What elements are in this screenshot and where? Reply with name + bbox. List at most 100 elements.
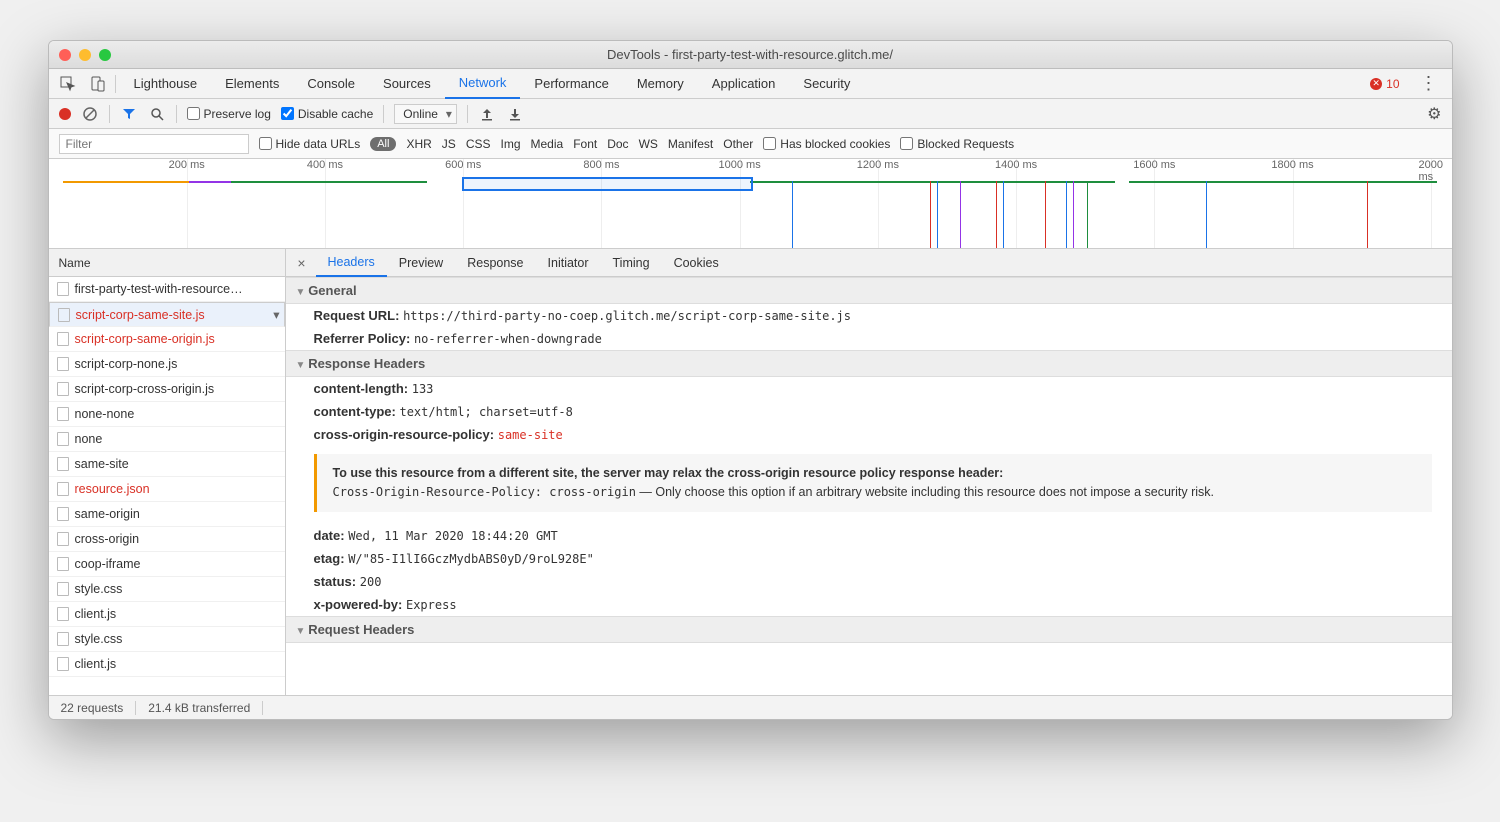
request-row[interactable]: resource.json: [49, 477, 285, 502]
request-row[interactable]: script-corp-same-site.js: [49, 302, 285, 327]
filter-type-all[interactable]: All: [370, 137, 396, 151]
filter-type-doc[interactable]: Doc: [607, 137, 628, 151]
request-row[interactable]: style.css: [49, 627, 285, 652]
timeline-tick: 1800 ms: [1271, 159, 1313, 171]
request-row[interactable]: same-site: [49, 452, 285, 477]
timeline-tick: 1400 ms: [995, 159, 1037, 171]
file-icon: [57, 532, 69, 546]
clear-icon[interactable]: [81, 105, 99, 123]
section-general[interactable]: General: [286, 277, 1452, 304]
file-icon: [57, 457, 69, 471]
timeline-tick: 1600 ms: [1133, 159, 1175, 171]
filter-type-manifest[interactable]: Manifest: [668, 137, 713, 151]
devtools-window: DevTools - first-party-test-with-resourc…: [48, 40, 1453, 720]
detail-tabs: × HeadersPreviewResponseInitiatorTimingC…: [286, 249, 1452, 277]
hide-data-urls-checkbox[interactable]: Hide data URLs: [259, 137, 361, 151]
timeline-overview[interactable]: 200 ms400 ms600 ms800 ms1000 ms1200 ms14…: [49, 159, 1452, 249]
request-name: first-party-test-with-resource…: [75, 282, 243, 296]
file-icon: [57, 582, 69, 596]
request-row[interactable]: none: [49, 427, 285, 452]
file-icon: [57, 607, 69, 621]
detail-tab-response[interactable]: Response: [455, 249, 535, 277]
requests-panel: Name first-party-test-with-resource… scri…: [49, 249, 286, 695]
request-name: style.css: [75, 632, 123, 646]
tab-application[interactable]: Application: [698, 69, 790, 99]
filter-icon[interactable]: [120, 105, 138, 123]
filter-bar: Hide data URLs All XHR JS CSS Img Media Font D…: [49, 129, 1452, 159]
detail-tab-initiator[interactable]: Initiator: [536, 249, 601, 277]
network-content: Name first-party-test-with-resource… scri…: [49, 249, 1452, 695]
file-icon: [57, 557, 69, 571]
request-row[interactable]: coop-iframe: [49, 552, 285, 577]
tab-lighthouse[interactable]: Lighthouse: [120, 69, 212, 99]
filter-input[interactable]: [59, 134, 249, 154]
more-menu-icon[interactable]: ⋮: [1412, 73, 1446, 94]
section-response-headers[interactable]: Response Headers: [286, 350, 1452, 377]
detail-tab-cookies[interactable]: Cookies: [662, 249, 731, 277]
detail-tab-preview[interactable]: Preview: [387, 249, 455, 277]
detail-panel: × HeadersPreviewResponseInitiatorTimingC…: [286, 249, 1452, 695]
main-tabs: LighthouseElementsConsoleSourcesNetworkP…: [49, 69, 1452, 99]
request-name: script-corp-cross-origin.js: [75, 382, 215, 396]
request-row[interactable]: same-origin: [49, 502, 285, 527]
filter-type-css[interactable]: CSS: [466, 137, 491, 151]
timeline-markers: [49, 181, 1452, 248]
preserve-log-checkbox[interactable]: Preserve log: [187, 107, 271, 121]
file-icon: [57, 432, 69, 446]
status-transferred: 21.4 kB transferred: [136, 701, 263, 715]
tab-security[interactable]: Security: [789, 69, 864, 99]
separator: [115, 75, 116, 93]
close-detail-icon[interactable]: ×: [292, 255, 312, 271]
filter-type-js[interactable]: JS: [442, 137, 456, 151]
separator: [467, 105, 468, 123]
request-name: cross-origin: [75, 532, 140, 546]
filter-type-img[interactable]: Img: [501, 137, 521, 151]
detail-tab-timing[interactable]: Timing: [601, 249, 662, 277]
tab-performance[interactable]: Performance: [520, 69, 622, 99]
file-icon: [57, 357, 69, 371]
window-title: DevTools - first-party-test-with-resourc…: [49, 47, 1452, 62]
blocked-requests-checkbox[interactable]: Blocked Requests: [900, 137, 1014, 151]
request-row[interactable]: none-none: [49, 402, 285, 427]
tab-network[interactable]: Network: [445, 69, 521, 99]
inspect-icon[interactable]: [55, 71, 81, 97]
request-row[interactable]: script-corp-cross-origin.js: [49, 377, 285, 402]
detail-tab-headers[interactable]: Headers: [316, 249, 387, 277]
download-har-icon[interactable]: [506, 105, 524, 123]
request-name: script-corp-same-origin.js: [75, 332, 215, 346]
search-icon[interactable]: [148, 105, 166, 123]
tab-elements[interactable]: Elements: [211, 69, 293, 99]
tab-console[interactable]: Console: [293, 69, 369, 99]
section-request-headers[interactable]: Request Headers: [286, 616, 1452, 643]
error-count[interactable]: ✕ 10: [1370, 77, 1399, 91]
device-toggle-icon[interactable]: [85, 71, 111, 97]
name-column-header[interactable]: Name: [49, 249, 285, 277]
tab-sources[interactable]: Sources: [369, 69, 445, 99]
request-row[interactable]: client.js: [49, 652, 285, 677]
filter-type-ws[interactable]: WS: [639, 137, 658, 151]
request-row[interactable]: script-corp-same-origin.js: [49, 327, 285, 352]
record-button[interactable]: [59, 108, 71, 120]
filter-type-xhr[interactable]: XHR: [406, 137, 431, 151]
timeline-tick: 200 ms: [169, 159, 205, 171]
request-row[interactable]: cross-origin: [49, 527, 285, 552]
file-icon: [57, 482, 69, 496]
upload-har-icon[interactable]: [478, 105, 496, 123]
file-icon: [57, 657, 69, 671]
request-row[interactable]: script-corp-none.js: [49, 352, 285, 377]
requests-list: first-party-test-with-resource… script-co…: [49, 277, 285, 695]
request-row[interactable]: client.js: [49, 602, 285, 627]
error-icon: ✕: [1370, 78, 1382, 90]
filter-type-other[interactable]: Other: [723, 137, 753, 151]
disable-cache-checkbox[interactable]: Disable cache: [281, 107, 373, 121]
timeline-tick: 800 ms: [583, 159, 619, 171]
settings-gear-icon[interactable]: ⚙: [1427, 104, 1441, 124]
has-blocked-cookies-checkbox[interactable]: Has blocked cookies: [763, 137, 890, 151]
filter-type-media[interactable]: Media: [531, 137, 564, 151]
request-row[interactable]: style.css: [49, 577, 285, 602]
throttling-select[interactable]: Online: [394, 104, 457, 124]
request-row[interactable]: first-party-test-with-resource…: [49, 277, 285, 302]
request-name: style.css: [75, 582, 123, 596]
filter-type-font[interactable]: Font: [573, 137, 597, 151]
tab-memory[interactable]: Memory: [623, 69, 698, 99]
